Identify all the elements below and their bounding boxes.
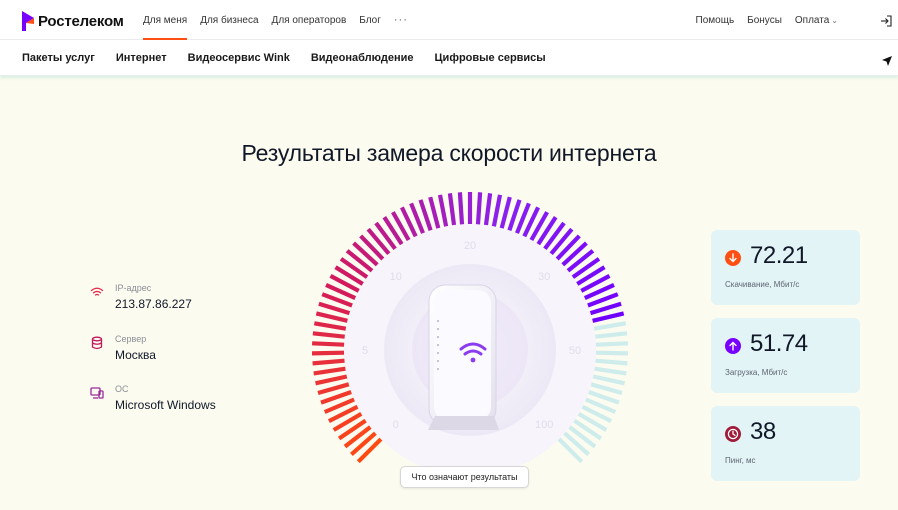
gauge-scale-label: 30 bbox=[538, 271, 550, 283]
logo-mark-icon bbox=[22, 11, 34, 31]
gauge-svg: 0 5 10 20 30 50 100 bbox=[311, 192, 629, 476]
os-label: ОС bbox=[115, 384, 129, 394]
chevron-down-icon: ⌄ bbox=[831, 15, 838, 25]
ip-label: IP-адрес bbox=[115, 283, 152, 293]
gauge-tick bbox=[428, 196, 441, 229]
help-link[interactable]: Помощь bbox=[696, 15, 735, 26]
gauge-tick bbox=[483, 193, 493, 226]
gauge-tick bbox=[595, 350, 629, 356]
gauge-tick bbox=[593, 321, 627, 331]
gauge-tick bbox=[595, 358, 628, 366]
gauge-tick bbox=[317, 382, 350, 396]
payment-dropdown[interactable]: Оплата ⌄ bbox=[795, 15, 838, 26]
gauge-tick bbox=[499, 196, 512, 229]
gauge-tick bbox=[437, 194, 449, 227]
login-icon[interactable] bbox=[880, 14, 892, 27]
speed-gauge: 0 5 10 20 30 50 100 bbox=[300, 180, 640, 480]
download-label: Скачивание, Мбит/с bbox=[725, 280, 800, 289]
gauge-tick bbox=[311, 350, 345, 356]
topnav-item-business[interactable]: Для бизнеса bbox=[200, 0, 258, 40]
ping-label: Пинг, мс bbox=[725, 456, 756, 465]
top-nav: Для меня Для бизнеса Для операторов Блог… bbox=[143, 0, 408, 40]
gauge-tick bbox=[315, 311, 348, 323]
topnav-item-for-me[interactable]: Для меня bbox=[143, 0, 188, 40]
download-value: 72.21 bbox=[750, 242, 808, 269]
gauge-tick bbox=[318, 301, 351, 316]
gauge-tick bbox=[315, 374, 348, 386]
gauge-tick bbox=[457, 192, 465, 225]
gauge-tick bbox=[594, 366, 627, 376]
gauge-tick bbox=[313, 366, 346, 376]
topnav-item-operators[interactable]: Для операторов bbox=[272, 0, 347, 40]
subnav-item-video-surveillance[interactable]: Видеонаблюдение bbox=[311, 52, 414, 64]
gauge-scale-label: 20 bbox=[464, 240, 476, 252]
gauge-tick bbox=[312, 358, 345, 366]
gauge-scale-label: 100 bbox=[535, 419, 553, 431]
gauge-tick bbox=[595, 341, 628, 347]
gauge-tick bbox=[475, 192, 483, 225]
location-arrow-icon[interactable] bbox=[882, 53, 892, 66]
database-icon bbox=[90, 336, 104, 350]
topnav-label: Для операторов bbox=[271, 14, 347, 26]
payment-label: Оплата bbox=[794, 14, 830, 26]
page-title: Результаты замера скорости интернета bbox=[241, 140, 657, 166]
gauge-tick bbox=[557, 437, 584, 464]
results-info-button[interactable]: Что означают результаты bbox=[400, 466, 529, 488]
more-menu-button[interactable]: ··· bbox=[394, 0, 408, 40]
gauge-tick bbox=[589, 301, 622, 316]
upload-card: 51.74 Загрузка, Мбит/с bbox=[711, 318, 860, 393]
wifi-router-icon bbox=[428, 284, 499, 430]
gauge-tick bbox=[312, 341, 345, 347]
gauge-scale-label: 0 bbox=[393, 419, 399, 431]
gauge-tick bbox=[595, 331, 628, 339]
arrow-up-icon bbox=[725, 338, 741, 354]
top-bar: Ростелеком Для меня Для бизнеса Для опер… bbox=[0, 0, 898, 40]
gauge-tick bbox=[356, 437, 383, 464]
ping-value: 38 bbox=[750, 418, 776, 445]
upload-label: Загрузка, Мбит/с bbox=[725, 368, 788, 377]
ping-card: 38 Пинг, мс bbox=[711, 406, 860, 481]
download-card: 72.21 Скачивание, Мбит/с bbox=[711, 230, 860, 305]
subnav-item-digital-services[interactable]: Цифровые сервисы bbox=[435, 52, 546, 64]
upload-value: 51.74 bbox=[750, 330, 808, 357]
gauge-tick bbox=[590, 382, 623, 396]
devices-icon bbox=[90, 386, 104, 400]
subnav-item-packages[interactable]: Пакеты услуг bbox=[22, 52, 95, 64]
gauge-tick bbox=[592, 311, 625, 323]
topnav-label: Для бизнеса bbox=[200, 14, 259, 26]
gauge-tick bbox=[352, 241, 379, 267]
gauge-tick bbox=[447, 193, 457, 226]
bonuses-link[interactable]: Бонусы bbox=[747, 15, 782, 26]
server-value: Москва bbox=[115, 348, 156, 362]
os-value: Microsoft Windows bbox=[115, 398, 216, 412]
gauge-scale-label: 10 bbox=[390, 271, 402, 283]
top-right-nav: Помощь Бонусы Оплата ⌄ bbox=[696, 0, 838, 40]
topnav-label: Для меня bbox=[143, 14, 188, 26]
gauge-tick bbox=[313, 321, 347, 331]
gauge-tick bbox=[312, 331, 345, 339]
topnav-label: Блог bbox=[359, 14, 381, 26]
gauge-scale-label: 50 bbox=[569, 345, 581, 357]
gauge-tick bbox=[592, 374, 625, 386]
logo-text: Ростелеком bbox=[38, 12, 124, 30]
ip-value: 213.87.86.227 bbox=[115, 297, 192, 311]
subnav-item-wink[interactable]: Видеосервис Wink bbox=[188, 52, 290, 64]
arrow-down-icon bbox=[725, 250, 741, 266]
gauge-tick bbox=[561, 241, 588, 267]
gauge-scale-label: 5 bbox=[362, 345, 368, 357]
wifi-icon bbox=[90, 285, 104, 299]
subnav-item-internet[interactable]: Интернет bbox=[116, 52, 167, 64]
gauge-tick bbox=[491, 194, 503, 227]
topnav-item-blog[interactable]: Блог bbox=[359, 0, 381, 40]
sub-nav: Пакеты услуг Интернет Видеосервис Wink В… bbox=[0, 40, 898, 76]
clock-icon bbox=[725, 426, 741, 442]
logo[interactable]: Ростелеком bbox=[22, 10, 124, 32]
server-label: Сервер bbox=[115, 334, 147, 344]
